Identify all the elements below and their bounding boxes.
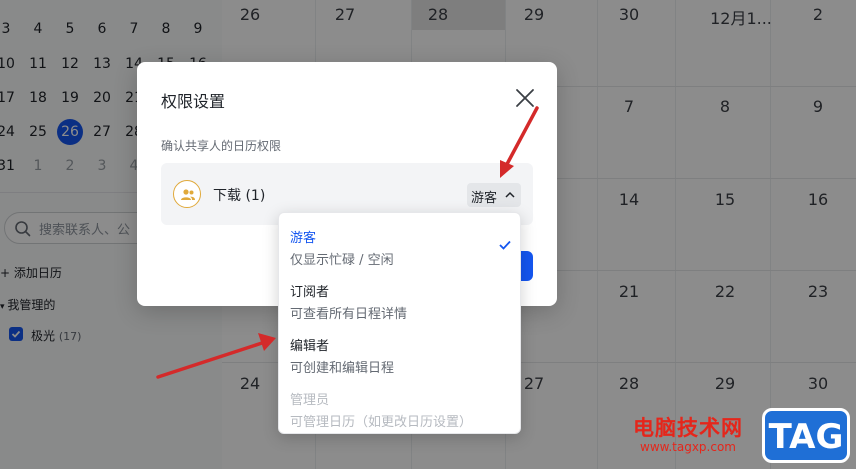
annotation-arrows <box>156 106 539 379</box>
red-arrow <box>156 333 276 379</box>
red-arrow <box>500 106 539 178</box>
watermark-url: www.tagxp.com <box>640 440 736 454</box>
watermark-tag-text: TAG <box>768 417 844 457</box>
watermark-site-name: 电脑技术网 <box>633 416 743 440</box>
watermark-tag-logo: TAG <box>762 408 850 463</box>
